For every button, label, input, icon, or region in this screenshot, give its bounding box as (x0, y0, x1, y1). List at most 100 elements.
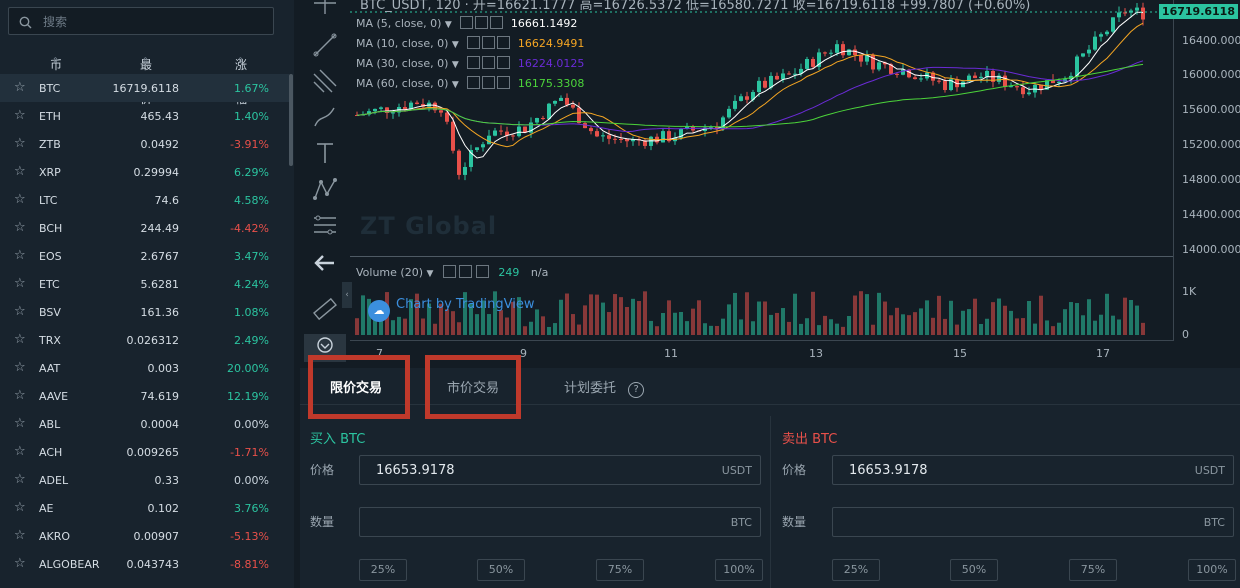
volume-controls[interactable] (442, 265, 489, 279)
ma-controls[interactable] (466, 36, 512, 50)
market-row[interactable]: ☆ ZTB 0.0492 -3.91% (0, 130, 289, 158)
market-row[interactable]: ☆ AE 0.102 3.76% (0, 494, 289, 522)
market-row[interactable]: ☆ AKRO 0.00907 -5.13% (0, 522, 289, 550)
tradingview-credit[interactable]: ☁ Chart by TradingView (368, 297, 534, 322)
coin-price: 0.043743 (126, 558, 180, 571)
sell-pct-50[interactable]: 50% (950, 559, 998, 581)
star-icon[interactable]: ☆ (14, 249, 26, 262)
ma-legend-item[interactable]: MA (10, close, 0) ▼ 16624.9491 (356, 36, 584, 50)
ma-controls[interactable] (466, 76, 512, 90)
market-row[interactable]: ☆ ABL 0.0004 0.00% (0, 410, 289, 438)
volume-bar (799, 323, 803, 335)
ma-legend-item[interactable]: MA (30, close, 0) ▼ 16224.0125 (356, 56, 584, 70)
volume-bar (1051, 326, 1055, 335)
sell-pct-75[interactable]: 75% (1069, 559, 1117, 581)
ruler-icon[interactable] (312, 296, 338, 322)
brush-icon[interactable] (312, 104, 338, 130)
star-icon[interactable]: ☆ (14, 473, 26, 486)
tab-plan[interactable]: 计划委托 ? (564, 377, 645, 398)
star-icon[interactable]: ☆ (14, 165, 26, 178)
market-row[interactable]: ☆ ETH 465.43 1.40% (0, 102, 289, 130)
buy-pct-25[interactable]: 25% (359, 559, 407, 581)
star-icon[interactable]: ☆ (14, 305, 26, 318)
volume-bar (889, 315, 893, 335)
ma-controls[interactable] (459, 16, 505, 30)
market-row[interactable]: ☆ ADEL 0.33 0.00% (0, 466, 289, 494)
buy-pct-50[interactable]: 50% (477, 559, 525, 581)
market-row[interactable]: ☆ BCH 244.49 -4.42% (0, 214, 289, 242)
star-icon[interactable]: ☆ (14, 501, 26, 514)
coin-change: -1.71% (230, 446, 269, 459)
text-icon[interactable] (312, 140, 338, 166)
sort-icon[interactable]: ⇕ (52, 56, 59, 65)
star-icon[interactable]: ☆ (14, 445, 26, 458)
market-row[interactable]: ☆ ETC 5.6281 4.24% (0, 270, 289, 298)
market-row[interactable]: ☆ ALGOBEAR 0.043743 -8.81% (0, 550, 289, 578)
star-icon[interactable]: ☆ (14, 277, 26, 290)
dropdown-icon[interactable]: ▼ (452, 60, 459, 70)
star-icon[interactable]: ☆ (14, 333, 26, 346)
star-icon[interactable]: ☆ (14, 417, 26, 430)
help-icon[interactable]: ? (628, 382, 645, 398)
market-row[interactable]: ☆ AAT 0.003 20.00% (0, 354, 289, 382)
candle-body (391, 112, 395, 114)
ma-value: 16175.3308 (517, 77, 585, 90)
dropdown-icon[interactable]: ▼ (452, 40, 459, 50)
star-icon[interactable]: ☆ (14, 529, 26, 542)
pane-divider[interactable] (350, 256, 1174, 257)
buy-pct-100[interactable]: 100% (715, 559, 763, 581)
sell-pct-100[interactable]: 100% (1188, 559, 1236, 581)
price-axis[interactable]: 16400.000 16000.000 15600.000 15200.000 1480… (1158, 0, 1240, 341)
star-icon[interactable]: ☆ (14, 557, 26, 570)
star-icon[interactable]: ☆ (14, 221, 26, 234)
candle-body (1105, 31, 1109, 35)
star-icon[interactable]: ☆ (14, 81, 26, 94)
ma-controls[interactable] (466, 56, 512, 70)
volume-bar (625, 307, 629, 335)
volume-bar (1039, 295, 1043, 335)
dropdown-icon[interactable]: ▼ (427, 269, 434, 279)
trend-line-icon[interactable] (312, 32, 338, 58)
sidebar-scrollbar[interactable] (289, 74, 293, 166)
buy-qty-field[interactable]: BTC (359, 507, 761, 537)
search-input[interactable]: 搜索 (8, 7, 274, 35)
buy-price-field[interactable]: 16653.9178 USDT (359, 455, 761, 485)
dropdown-icon[interactable]: ▼ (445, 20, 452, 30)
sell-qty-field[interactable]: BTC (832, 507, 1234, 537)
ma-legend-item[interactable]: MA (5, close, 0) ▼ 16661.1492 (356, 16, 577, 30)
star-icon[interactable]: ☆ (14, 389, 26, 402)
star-icon[interactable]: ☆ (14, 361, 26, 374)
market-row[interactable]: ☆ TRX 0.026312 2.49% (0, 326, 289, 354)
star-icon[interactable]: ☆ (14, 137, 26, 150)
sell-pct-25[interactable]: 25% (832, 559, 880, 581)
market-row[interactable]: ☆ XRP 0.29994 6.29% (0, 158, 289, 186)
market-row[interactable]: ☆ LTC 74.6 4.58% (0, 186, 289, 214)
ma-legend-item[interactable]: MA (60, close, 0) ▼ 16175.3308 (356, 76, 584, 90)
price-tick: 14400.000 (1182, 208, 1240, 221)
candle-body (625, 139, 629, 142)
candlestick-plot[interactable] (350, 0, 1174, 340)
volume-bar (703, 323, 707, 335)
market-row[interactable]: ☆ BTC 16719.6118 1.67% (0, 74, 289, 102)
market-row[interactable]: ☆ AAVE 74.619 12.19% (0, 382, 289, 410)
dropdown-icon[interactable]: ▼ (452, 80, 459, 90)
collapse-toolbar-button[interactable]: ‹ (342, 282, 352, 308)
sort-icon[interactable]: ⇕ (237, 56, 244, 65)
volume-bar (667, 300, 671, 335)
back-arrow-icon[interactable] (312, 250, 338, 276)
market-row[interactable]: ☆ BSV 161.36 1.08% (0, 298, 289, 326)
volume-bar (985, 318, 989, 335)
star-icon[interactable]: ☆ (14, 109, 26, 122)
sell-price-field[interactable]: 16653.9178 USDT (832, 455, 1234, 485)
price-chart[interactable]: BTC_USDT, 120 · 开=16621.1777 高=16726.537… (342, 0, 1240, 362)
fib-icon[interactable] (312, 68, 338, 94)
sort-icon[interactable]: ⇕ (142, 56, 149, 65)
pattern-icon[interactable] (312, 176, 338, 202)
star-icon[interactable]: ☆ (14, 193, 26, 206)
buy-pct-75[interactable]: 75% (596, 559, 644, 581)
crosshair-icon[interactable] (312, 0, 338, 16)
volume-bar (1069, 302, 1073, 335)
market-row[interactable]: ☆ ACH 0.009265 -1.71% (0, 438, 289, 466)
market-row[interactable]: ☆ EOS 2.6767 3.47% (0, 242, 289, 270)
measure-icon[interactable] (312, 212, 338, 238)
